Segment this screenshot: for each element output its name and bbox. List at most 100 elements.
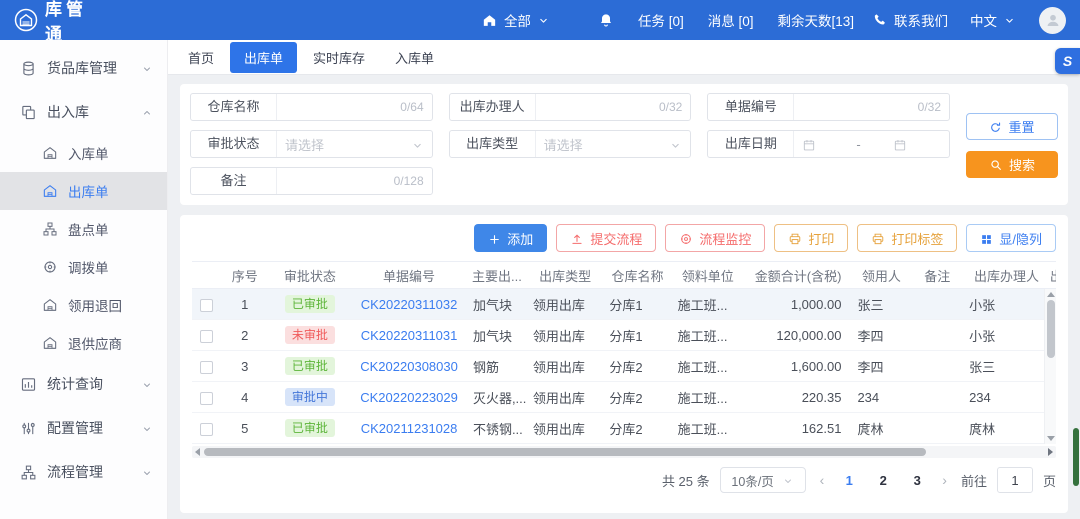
row-checkbox[interactable] [200,392,213,405]
notification-bell[interactable] [589,12,623,28]
page-size-select[interactable]: 10条/页 [720,467,806,493]
warehouse-back-icon [42,335,58,351]
table-row[interactable]: 1已审批CK20220311032加气块领用出库分库1施工班...1,000.0… [192,289,1056,320]
sidebar-item-config-management[interactable]: 配置管理 [0,406,167,450]
sidebar-item-in-out-warehouse[interactable]: 出入库 [0,90,167,134]
page-number-3[interactable]: 3 [906,473,928,488]
cell-remark [911,351,963,382]
reset-button[interactable]: 重置 [966,113,1058,140]
add-button[interactable]: 添加 [474,224,547,252]
cell-amount: 1,600.00 [744,351,852,382]
outbound-date-range-field[interactable]: 出库日期 - [707,130,950,158]
prev-page-button[interactable]: ‹ [816,472,829,488]
user-avatar[interactable] [1039,7,1066,34]
cell-type: 领用出库 [527,413,603,444]
table-row[interactable]: 2未审批CK20220311031加气块领用出库分库1施工班...120,000… [192,320,1056,351]
chevron-down-icon [141,420,153,436]
vertical-scroll-thumb[interactable] [1047,300,1055,358]
chevron-down-icon [669,136,682,151]
sidebar-item-statistics-query[interactable]: 统计查询 [0,362,167,406]
tab-inbound-order[interactable]: 入库单 [381,42,448,73]
scroll-up-arrow-icon[interactable] [1047,292,1055,297]
row-checkbox[interactable] [200,330,213,343]
next-page-button[interactable]: › [938,472,951,488]
row-checkbox[interactable] [200,361,213,374]
doc-number-field[interactable]: 单据编号 0/32 [707,93,950,121]
search-button[interactable]: 搜索 [966,151,1058,178]
table-row[interactable]: 5已审批CK20211231028不锈钢...领用出库分库2施工班...162.… [192,413,1056,444]
table-horizontal-scrollbar[interactable] [192,446,1056,458]
outbound-type-select[interactable]: 出库类型 请选择 [449,130,692,158]
approval-status-select[interactable]: 审批状态 请选择 [190,130,433,158]
messages-link[interactable]: 消息 [0] [699,10,763,30]
warehouse-name-field[interactable]: 仓库名称 0/64 [190,93,433,121]
sidebar-item-workflow-management[interactable]: 流程管理 [0,450,167,494]
doc-number-link[interactable]: CK20211231028 [361,421,458,436]
tab-outbound-order[interactable]: 出库单 [230,42,297,73]
page-number-1[interactable]: 1 [838,473,860,488]
workflow-monitor-button[interactable]: 流程监控 [665,224,765,252]
target-icon [42,259,58,275]
cell-no[interactable]: CK20220311031 [351,320,467,351]
tasks-label: 任务 [0] [638,10,684,30]
char-counter: 0/64 [400,100,423,114]
cell-type: 领用出库 [527,320,603,351]
scroll-down-arrow-icon[interactable] [1047,436,1055,441]
table-row[interactable]: 4审批中CK20220223029灭火器,...领用出库分库2施工班...220… [192,382,1056,413]
cell-no[interactable]: CK20220308030 [351,351,467,382]
field-label: 仓库名称 [191,94,277,120]
table-row[interactable]: 3已审批CK20220308030钢筋领用出库分库2施工班...1,600.00… [192,351,1056,382]
page-number-2[interactable]: 2 [872,473,894,488]
outbound-handler-field[interactable]: 出库办理人 0/32 [449,93,692,121]
sidebar-item-requisition-return[interactable]: 领用退回 [0,286,167,324]
sidebar-item-transfer-order[interactable]: 调拨单 [0,248,167,286]
sidebar-item-stocktake-order[interactable]: 盘点单 [0,210,167,248]
language-selector[interactable]: 中文 [961,10,1025,30]
sidebar-item-goods-management[interactable]: 货品库管理 [0,46,167,90]
table-vertical-scrollbar[interactable] [1044,289,1056,444]
print-button[interactable]: 打印 [774,224,848,252]
grid-icon [980,230,993,245]
sidebar-item-return-to-supplier[interactable]: 退供应商 [0,324,167,362]
page-scrollbar-thumb[interactable] [1073,428,1079,486]
menu-label: 盘点单 [68,219,109,239]
upload-icon [570,230,584,246]
contact-label: 联系我们 [894,10,948,30]
select-all-column [192,262,221,289]
remark-field[interactable]: 备注 0/128 [190,167,433,195]
cell-handler: 小张 [963,289,1050,320]
goto-page-input[interactable] [997,467,1033,493]
phone-icon [872,12,888,28]
doc-number-link[interactable]: CK20220311031 [361,328,458,343]
status-badge: 未审批 [285,326,335,344]
page-numbers: 123 [838,473,928,488]
submit-workflow-button[interactable]: 提交流程 [556,224,656,252]
cell-status: 已审批 [268,413,351,444]
scope-selector[interactable]: 全部 [472,10,559,30]
cell-no[interactable]: CK20220311032 [351,289,467,320]
row-checkbox[interactable] [200,299,213,312]
cell-receiver: 庹林 [851,413,911,444]
contact-us-link[interactable]: 联系我们 [863,10,957,30]
cell-no[interactable]: CK20211231028 [351,413,467,444]
tasks-link[interactable]: 任务 [0] [629,10,693,30]
print-label-button[interactable]: 打印标签 [857,224,957,252]
floating-helper-widget[interactable]: S [1055,48,1080,74]
tab-home[interactable]: 首页 [174,42,228,73]
tabbar: 首页 出库单 实时库存 入库单 [168,40,1080,75]
show-hide-columns-button[interactable]: 显/隐列 [966,224,1056,252]
horizontal-scroll-thumb[interactable] [204,448,926,456]
sidebar-item-inbound-order[interactable]: 入库单 [0,134,167,172]
scroll-right-arrow-icon[interactable] [1048,448,1053,456]
doc-number-link[interactable]: CK20220223029 [360,390,458,405]
sidebar-item-outbound-order[interactable]: 出库单 [0,172,167,210]
cell-item: 钢筋 [467,351,527,382]
doc-number-link[interactable]: CK20220311032 [361,297,458,312]
menu-label: 流程管理 [47,462,103,482]
sliders-icon [20,419,37,437]
cell-no[interactable]: CK20220223029 [351,382,467,413]
row-checkbox[interactable] [200,423,213,436]
doc-number-link[interactable]: CK20220308030 [360,359,458,374]
tab-realtime-stock[interactable]: 实时库存 [299,42,379,73]
scroll-left-arrow-icon[interactable] [195,448,200,456]
